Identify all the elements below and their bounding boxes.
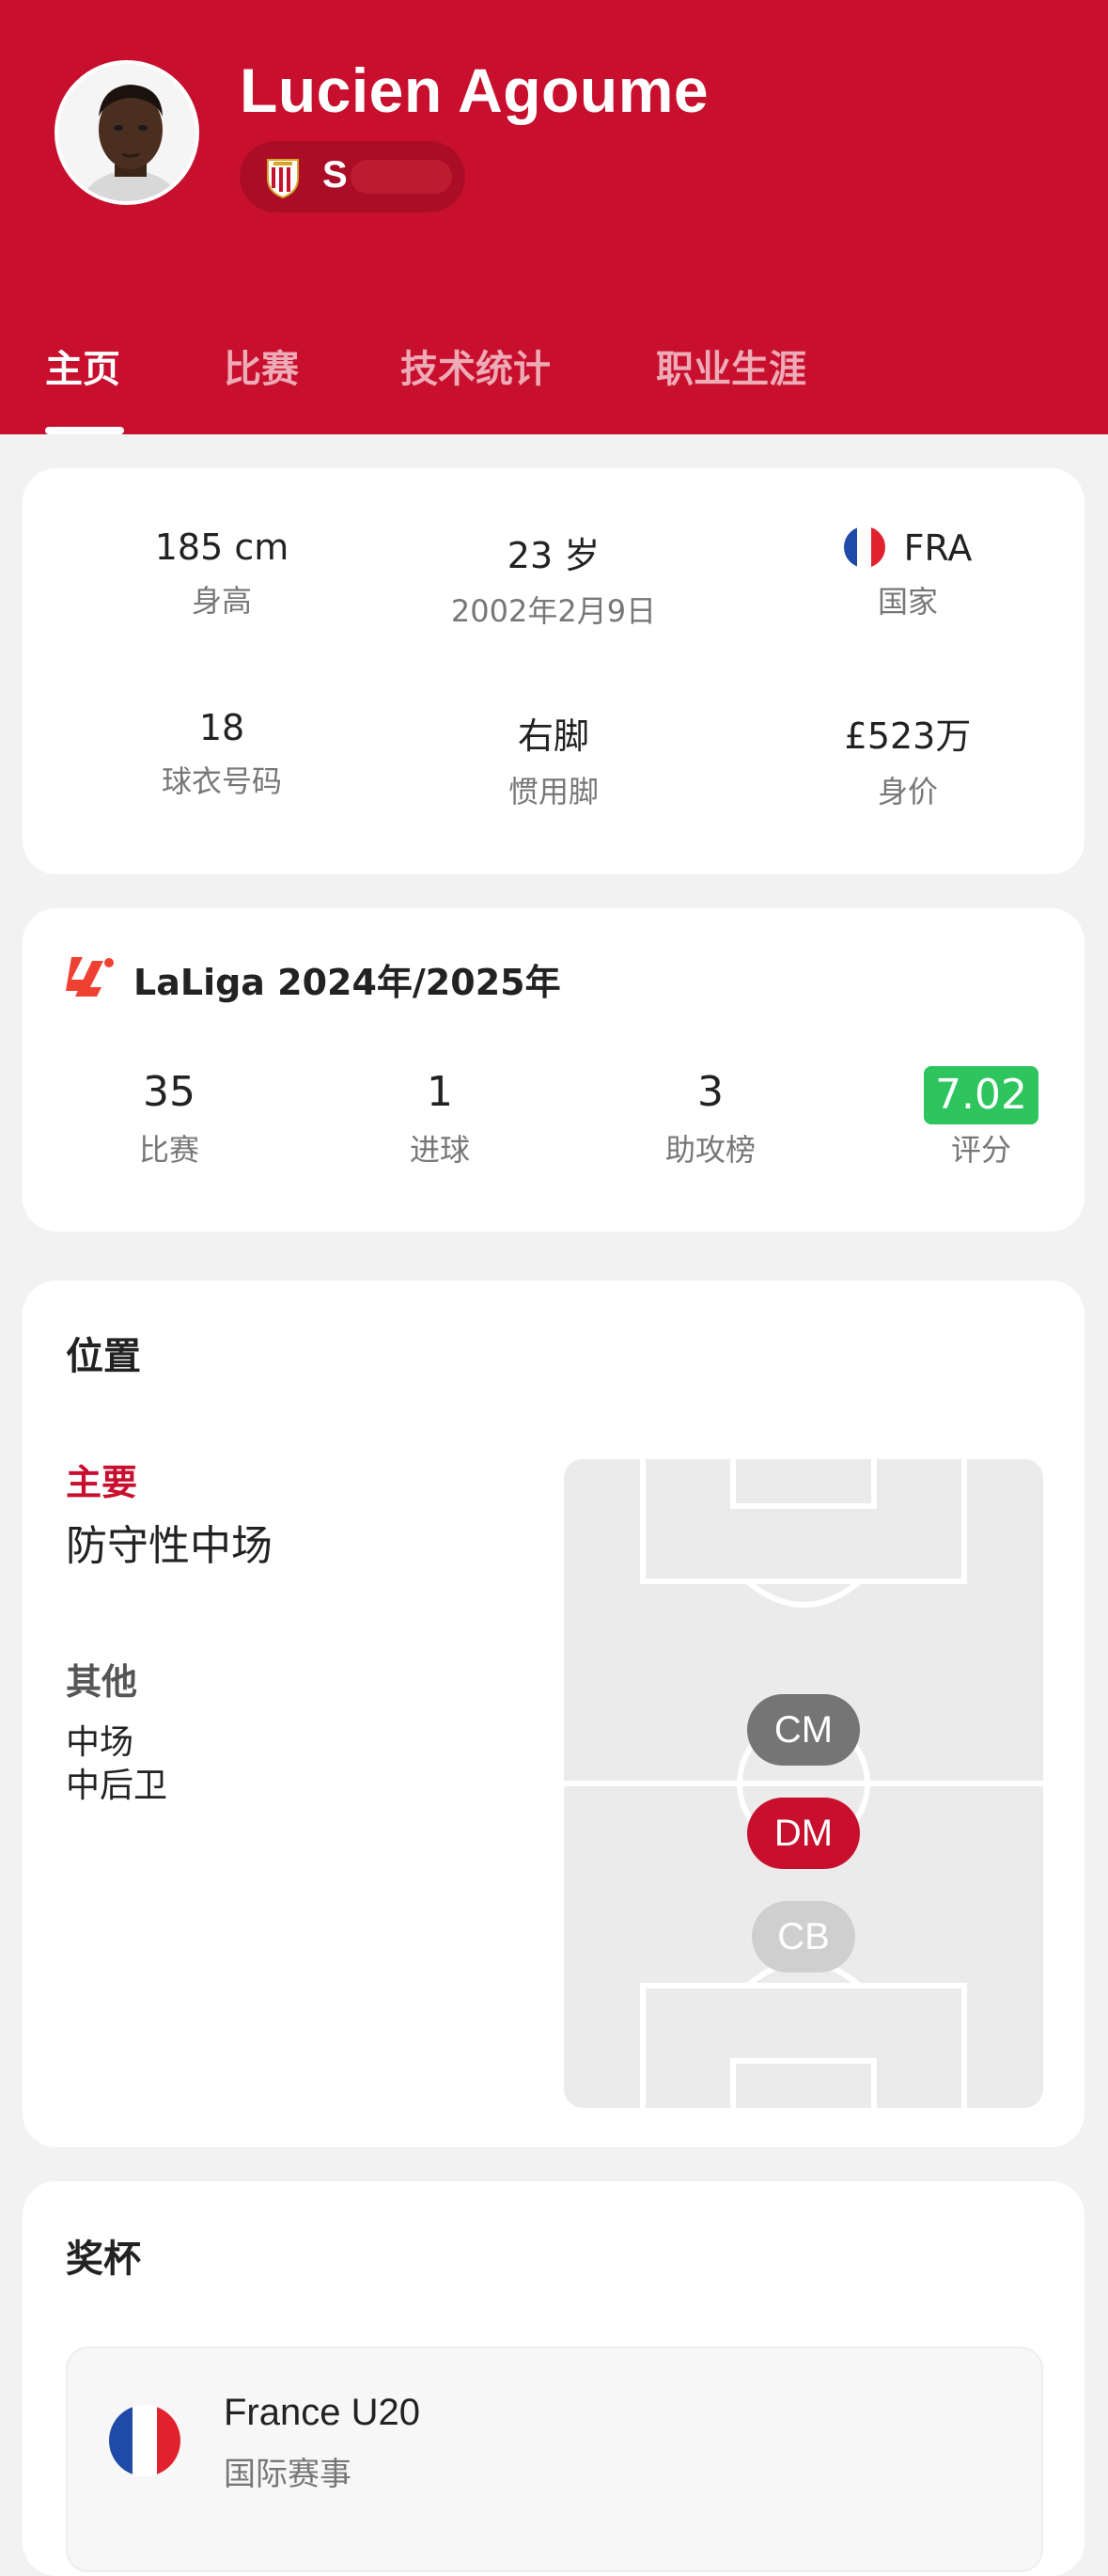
tab-home[interactable]: 主页	[45, 338, 120, 393]
stat-assists: 3 助攻榜	[588, 1066, 833, 1170]
france-flag-icon	[843, 526, 885, 568]
other-position-item: 中后卫	[66, 1767, 168, 1805]
stat-label: 助攻榜	[664, 1132, 756, 1168]
rating-badge: 7.02	[924, 1066, 1038, 1124]
trophies-title: 奖杯	[66, 2238, 141, 2281]
club-name: S	[322, 154, 348, 196]
other-positions-label: 其他	[66, 1661, 138, 1703]
foot-label: 惯用脚	[507, 774, 599, 809]
shirt-cell: 18 球衣号码	[81, 707, 363, 801]
position-badge-dm: DM	[747, 1798, 860, 1869]
player-photo	[58, 64, 195, 201]
height-cell: 185 cm 身高	[81, 526, 363, 620]
stat-label: 进球	[409, 1132, 470, 1168]
player-info-card: 185 cm 身高 23 岁 2002年2月9日 FRA 国家 18 球衣号码 …	[23, 468, 1085, 874]
shirt-label: 球衣号码	[161, 763, 282, 799]
position-badge-cb: CB	[752, 1901, 855, 1972]
player-name: Lucien Agoume	[240, 55, 710, 125]
pitch-lines	[564, 1459, 1043, 2108]
pitch-diagram: CM DM CB	[564, 1459, 1043, 2108]
stat-value: 35	[143, 1068, 195, 1116]
foot-value: 右脚	[517, 715, 589, 757]
active-tab-indicator	[45, 427, 124, 434]
shirt-value: 18	[198, 707, 245, 748]
laliga-logo-icon	[66, 957, 114, 997]
country-label: 国家	[877, 584, 938, 620]
player-avatar	[55, 60, 199, 205]
age-value: 23 岁	[507, 535, 601, 576]
trophy-item[interactable]: France U20 国际赛事	[66, 2347, 1043, 2572]
tab-stats[interactable]: 技术统计	[400, 338, 551, 393]
stat-appearances: 35 比赛	[47, 1066, 291, 1170]
player-header: Lucien Agoume S 主页 比赛 技术统计 职业生涯	[0, 0, 1108, 434]
stat-label: 比赛	[138, 1132, 199, 1168]
other-position-item: 中场	[66, 1723, 134, 1762]
stat-value: 3	[697, 1068, 724, 1116]
league-stats-card[interactable]: LaLiga 2024年/2025年 35 比赛 1 进球 3 助攻榜 7.02…	[23, 908, 1085, 1232]
foot-cell: 右脚 惯用脚	[413, 707, 694, 811]
country-value: FRA	[903, 527, 973, 569]
position-title: 位置	[66, 1335, 141, 1378]
tab-career[interactable]: 职业生涯	[656, 338, 806, 393]
height-label: 身高	[191, 583, 252, 619]
position-card: 位置 主要 防守性中场 其他 中场 中后卫 CM DM CB	[23, 1280, 1085, 2147]
france-flag-icon	[109, 2405, 180, 2476]
height-value: 185 cm	[154, 526, 289, 568]
league-title: LaLiga 2024年/2025年	[133, 962, 561, 1003]
market-value-label: 身价	[877, 774, 938, 809]
market-value-cell[interactable]: £523万 身价	[767, 707, 1049, 811]
trophies-card: 奖杯 France U20 国际赛事	[23, 2181, 1085, 2576]
birthdate-label: 2002年2月9日	[450, 593, 657, 629]
stat-rating: 7.02 评分	[859, 1066, 1103, 1170]
club-link[interactable]: S	[240, 141, 465, 212]
stat-goals: 1 进球	[318, 1066, 562, 1170]
age-cell: 23 岁 2002年2月9日	[413, 526, 694, 631]
club-name-redaction	[351, 160, 452, 194]
trophy-type: 国际赛事	[224, 2456, 351, 2493]
tab-matches[interactable]: 比赛	[224, 338, 299, 393]
country-cell[interactable]: FRA 国家	[767, 526, 1049, 621]
market-value: £523万	[844, 715, 972, 757]
trophy-name: France U20	[224, 2392, 420, 2433]
stat-label: 评分	[950, 1132, 1011, 1168]
primary-position-label: 主要	[66, 1462, 138, 1503]
club-crest-icon	[267, 159, 299, 199]
position-badge-cm: CM	[747, 1694, 860, 1766]
stat-value: 1	[427, 1068, 453, 1116]
tab-bar: 主页 比赛 技术统计 职业生涯	[0, 329, 1108, 434]
primary-position-value: 防守性中场	[66, 1522, 273, 1570]
